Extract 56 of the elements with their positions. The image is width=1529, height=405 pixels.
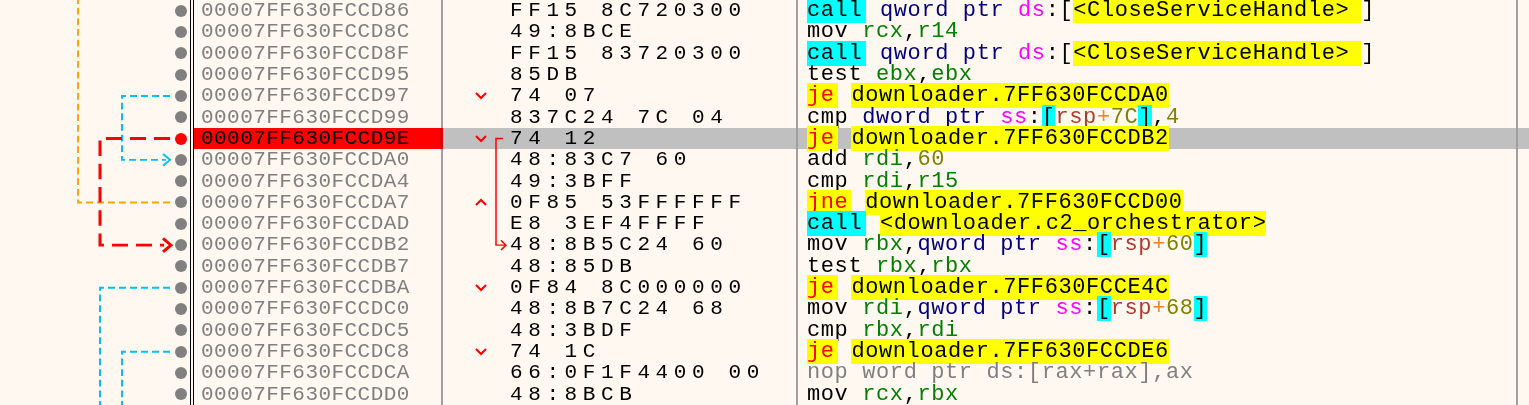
bytes-cell: 0F85 53FFFFFF bbox=[510, 191, 747, 214]
breakpoint-slot-dot[interactable] bbox=[175, 4, 187, 17]
breakpoint-slot-dot[interactable] bbox=[175, 47, 187, 60]
bytes-cell: 48:8B5C24 60 bbox=[510, 234, 729, 256]
bytes-cell: 48:8B7C24 68 bbox=[510, 298, 729, 320]
bytes-cell: FF15 83720300 bbox=[510, 42, 747, 64]
breakpoint-slot-dot[interactable] bbox=[175, 217, 187, 230]
breakpoint-slot-dot[interactable] bbox=[175, 196, 187, 209]
address-cell: 00007FF630FCCDCA bbox=[194, 362, 443, 384]
address-cell: 00007FF630FCCD95 bbox=[194, 63, 443, 86]
bytes-cell: 85DB bbox=[510, 63, 583, 86]
breakpoint-slot-dot[interactable] bbox=[175, 345, 187, 358]
address-cell: 00007FF630FCCDB7 bbox=[194, 255, 443, 278]
bytes-cell: 0F84 8C000000 bbox=[510, 277, 747, 299]
breakpoint-slot-dot[interactable] bbox=[175, 239, 187, 252]
bytes-cell: 74 12 bbox=[510, 127, 601, 150]
address-cell: 00007FF630FCCDC8 bbox=[194, 341, 443, 363]
bytes-cell: FF15 8C720300 bbox=[510, 0, 747, 22]
address-cell: 00007FF630FCCDAD bbox=[194, 213, 443, 235]
breakpoint-slot-dot[interactable] bbox=[175, 175, 187, 188]
breakpoint-slot-dot[interactable] bbox=[175, 388, 187, 401]
bytes-cell: 48:85DB bbox=[510, 255, 638, 278]
address-cell: 00007FF630FCCDA0 bbox=[194, 149, 443, 171]
address-cell: 00007FF630FCCD8C bbox=[194, 21, 443, 43]
bytes-cell: 837C24 7C 04 bbox=[510, 106, 729, 128]
breakpoint-slot-dot[interactable] bbox=[175, 366, 187, 379]
address-cell: 00007FF630FCCD8F bbox=[194, 42, 443, 64]
bytes-cell: 49:8BCE bbox=[510, 21, 638, 43]
bytes-cell: E8 3EF4FFFF bbox=[510, 213, 711, 235]
breakpoint-slot-dot[interactable] bbox=[175, 281, 187, 294]
breakpoint-slot-dot[interactable] bbox=[175, 260, 187, 273]
address-cell: 00007FF630FCCDB2 bbox=[194, 234, 443, 256]
breakpoint-dot[interactable] bbox=[175, 132, 187, 145]
breakpoint-slot-dot[interactable] bbox=[175, 89, 187, 102]
bytes-cell: 49:3BFF bbox=[510, 170, 638, 192]
bytes-cell: 48:8BCB bbox=[510, 383, 638, 405]
breakpoint-slot-dot[interactable] bbox=[175, 324, 187, 337]
bytes-cell: 74 1C bbox=[510, 341, 601, 363]
bytes-cell: 48:3BDF bbox=[510, 319, 638, 341]
breakpoint-slot-dot[interactable] bbox=[175, 111, 187, 124]
breakpoint-slot-dot[interactable] bbox=[175, 68, 187, 81]
address-cell: 00007FF630FCCD9E bbox=[194, 127, 443, 150]
bytes-cell: 74 07 bbox=[510, 85, 601, 107]
breakpoint-slot-dot[interactable] bbox=[175, 153, 187, 166]
bytes-cell: 48:83C7 60 bbox=[510, 149, 693, 171]
address-cell: 00007FF630FCCDA4 bbox=[194, 170, 443, 192]
address-cell: 00007FF630FCCDD0 bbox=[194, 383, 443, 405]
address-cell: 00007FF630FCCDBA bbox=[194, 277, 443, 299]
bytes-cell: 66:0F1F4400 00 bbox=[510, 362, 765, 384]
breakpoint-slot-dot[interactable] bbox=[175, 303, 187, 316]
address-cell: 00007FF630FCCDC5 bbox=[194, 319, 443, 341]
address-cell: 00007FF630FCCD97 bbox=[194, 85, 443, 107]
address-cell: 00007FF630FCCD86 bbox=[194, 0, 443, 22]
address-cell: 00007FF630FCCDC0 bbox=[194, 298, 443, 320]
breakpoint-slot-dot[interactable] bbox=[175, 25, 187, 38]
address-cell: 00007FF630FCCDA7 bbox=[194, 191, 443, 214]
